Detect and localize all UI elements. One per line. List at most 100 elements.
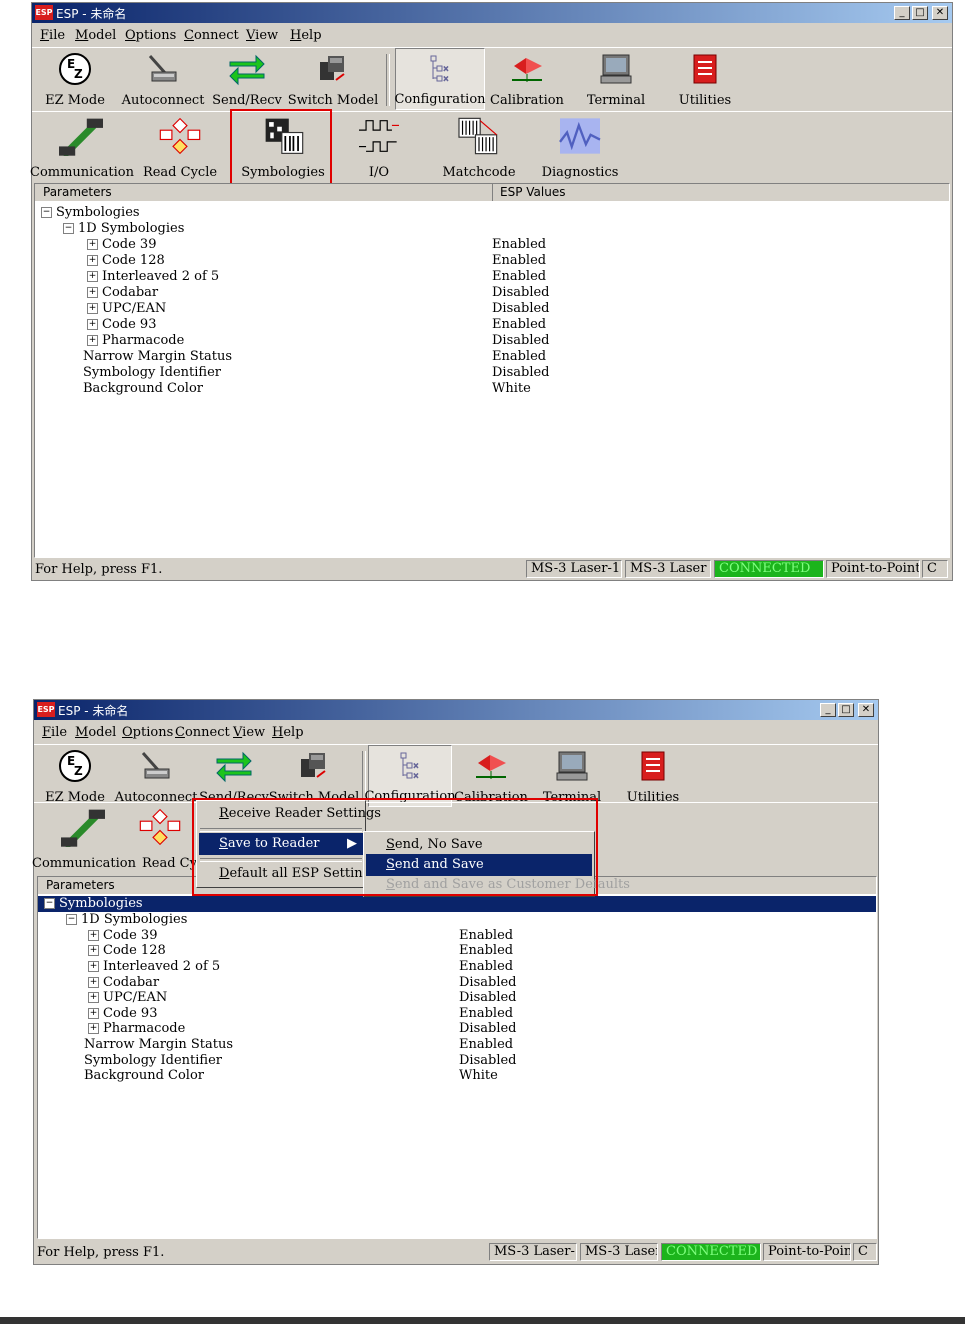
expand-icon[interactable]: + xyxy=(87,271,98,282)
communication-label: Communication xyxy=(32,856,136,871)
title-bar: ESP ESP - 未命名 _ □ ✕ xyxy=(34,700,878,720)
value-cell: Disabled xyxy=(492,365,550,380)
maximize-button[interactable]: □ xyxy=(838,703,854,717)
read-cycle-button[interactable]: Read Cyc xyxy=(130,803,204,873)
status-model-type: MS-3 Laser xyxy=(580,1243,658,1261)
tree-item[interactable]: + UPC/EAN xyxy=(87,301,166,317)
menu-file[interactable]: File xyxy=(40,28,65,43)
tree-root-symbologies[interactable]: − Symbologies xyxy=(41,205,140,221)
value-cell: White xyxy=(459,1068,498,1083)
utilities-button[interactable]: Utilities xyxy=(608,745,698,807)
switch-model-button[interactable]: Switch Model xyxy=(288,48,378,110)
close-button[interactable]: ✕ xyxy=(858,703,874,717)
tree-item[interactable]: + Pharmacode xyxy=(87,333,184,349)
tree-item[interactable]: + Interleaved 2 of 5 xyxy=(87,269,219,285)
expand-icon[interactable]: + xyxy=(87,255,98,266)
svg-text:Z: Z xyxy=(74,764,83,778)
tree-item[interactable]: + Codabar xyxy=(88,975,159,991)
esp-values-column-header[interactable]: ESP Values xyxy=(500,185,565,199)
tree-item[interactable]: Background Color xyxy=(83,381,203,397)
expand-icon[interactable]: + xyxy=(88,961,99,972)
tree-item[interactable]: + Code 39 xyxy=(87,237,156,253)
terminal-button[interactable]: Terminal xyxy=(571,48,661,110)
collapse-icon[interactable]: − xyxy=(63,223,74,234)
ez-mode-button[interactable]: EZ EZ Mode xyxy=(30,48,120,110)
expand-icon[interactable]: + xyxy=(88,992,99,1003)
send-recv-icon xyxy=(216,751,252,783)
menu-bar: File Model Options Connect View Help xyxy=(34,721,878,743)
tree-item[interactable]: + Code 128 xyxy=(88,943,166,959)
expand-icon[interactable]: + xyxy=(88,977,99,988)
expand-icon[interactable]: + xyxy=(88,1008,99,1019)
tree-item[interactable]: Symbology Identifier xyxy=(84,1053,222,1069)
value-cell: Enabled xyxy=(492,253,547,268)
status-bar: For Help, press F1. MS-3 Laser-1 MS-3 La… xyxy=(32,559,952,579)
io-button[interactable]: I/O xyxy=(334,112,424,182)
communication-button[interactable]: Communication xyxy=(30,112,134,182)
tree-item[interactable]: + Interleaved 2 of 5 xyxy=(88,959,220,975)
tree-item[interactable]: + Code 93 xyxy=(87,317,156,333)
calibration-label: Calibration xyxy=(490,93,564,108)
communication-label: Communication xyxy=(30,165,134,180)
status-bar: For Help, press F1. MS-3 Laser-1 MS-3 La… xyxy=(34,1242,878,1262)
status-mode: Point-to-Point xyxy=(763,1243,851,1261)
menu-options[interactable]: Options xyxy=(122,725,173,740)
expand-icon[interactable]: + xyxy=(88,1023,99,1034)
expand-icon[interactable]: + xyxy=(88,930,99,941)
minimize-button[interactable]: _ xyxy=(820,703,836,717)
tree-item[interactable]: + Pharmacode xyxy=(88,1021,185,1037)
maximize-button[interactable]: □ xyxy=(912,6,928,20)
diagnostics-label: Diagnostics xyxy=(541,165,619,180)
diagnostics-button[interactable]: Diagnostics xyxy=(535,112,625,182)
parameters-column-header[interactable]: Parameters xyxy=(43,185,112,199)
send-recv-button[interactable]: Send/Recv xyxy=(202,48,292,110)
collapse-icon[interactable]: − xyxy=(44,898,55,909)
configuration-button[interactable]: × × Configuration xyxy=(394,48,486,110)
terminal-icon xyxy=(556,751,588,781)
menu-options[interactable]: Options xyxy=(125,28,176,43)
menu-connect[interactable]: Connect xyxy=(184,28,239,43)
status-model-name: MS-3 Laser-1 xyxy=(526,560,622,578)
tree-item[interactable]: + Code 93 xyxy=(88,1006,157,1022)
matchcode-button[interactable]: Matchcode xyxy=(434,112,524,182)
tree-item[interactable]: + Codabar xyxy=(87,285,158,301)
expand-icon[interactable]: + xyxy=(87,319,98,330)
minimize-button[interactable]: _ xyxy=(894,6,910,20)
menu-model[interactable]: Model xyxy=(75,725,116,740)
tree-item[interactable]: Symbology Identifier xyxy=(83,365,221,381)
expand-icon[interactable]: + xyxy=(87,239,98,250)
menu-help[interactable]: Help xyxy=(290,28,322,43)
tree-item[interactable]: Narrow Margin Status xyxy=(83,349,232,365)
send-recv-icon xyxy=(229,54,265,86)
autoconnect-button[interactable]: Autoconnect xyxy=(118,48,208,110)
menu-view[interactable]: View xyxy=(233,725,265,740)
diagnostics-icon xyxy=(559,118,601,154)
tree-item[interactable]: Narrow Margin Status xyxy=(84,1037,233,1053)
tree-group-1d[interactable]: −1D Symbologies xyxy=(66,912,187,928)
read-cycle-button[interactable]: Read Cycle xyxy=(135,112,225,182)
expand-icon[interactable]: + xyxy=(87,303,98,314)
communication-button[interactable]: Communication xyxy=(32,803,136,873)
utilities-button[interactable]: Utilities xyxy=(660,48,750,110)
parameters-column-header[interactable]: Parameters xyxy=(46,878,115,892)
tree-item[interactable]: Background Color xyxy=(84,1068,204,1084)
menu-file[interactable]: File xyxy=(42,725,67,740)
tree-group-1d[interactable]: −1D Symbologies xyxy=(63,221,184,237)
expand-icon[interactable]: + xyxy=(87,287,98,298)
close-button[interactable]: ✕ xyxy=(932,6,948,20)
collapse-icon[interactable]: − xyxy=(66,914,77,925)
menu-help[interactable]: Help xyxy=(272,725,304,740)
collapse-icon[interactable]: − xyxy=(41,207,52,218)
tree-root-symbologies[interactable]: − Symbologies xyxy=(38,896,876,912)
tree-item[interactable]: + Code 39 xyxy=(88,928,157,944)
io-label: I/O xyxy=(368,165,390,180)
tree-item[interactable]: + UPC/EAN xyxy=(88,990,167,1006)
menu-model[interactable]: Model xyxy=(75,28,116,43)
switch-model-icon xyxy=(320,56,345,81)
menu-view[interactable]: View xyxy=(246,28,278,43)
expand-icon[interactable]: + xyxy=(88,945,99,956)
tree-item[interactable]: + Code 128 xyxy=(87,253,165,269)
calibration-button[interactable]: Calibration xyxy=(482,48,572,110)
menu-connect[interactable]: Connect xyxy=(175,725,230,740)
expand-icon[interactable]: + xyxy=(87,335,98,346)
